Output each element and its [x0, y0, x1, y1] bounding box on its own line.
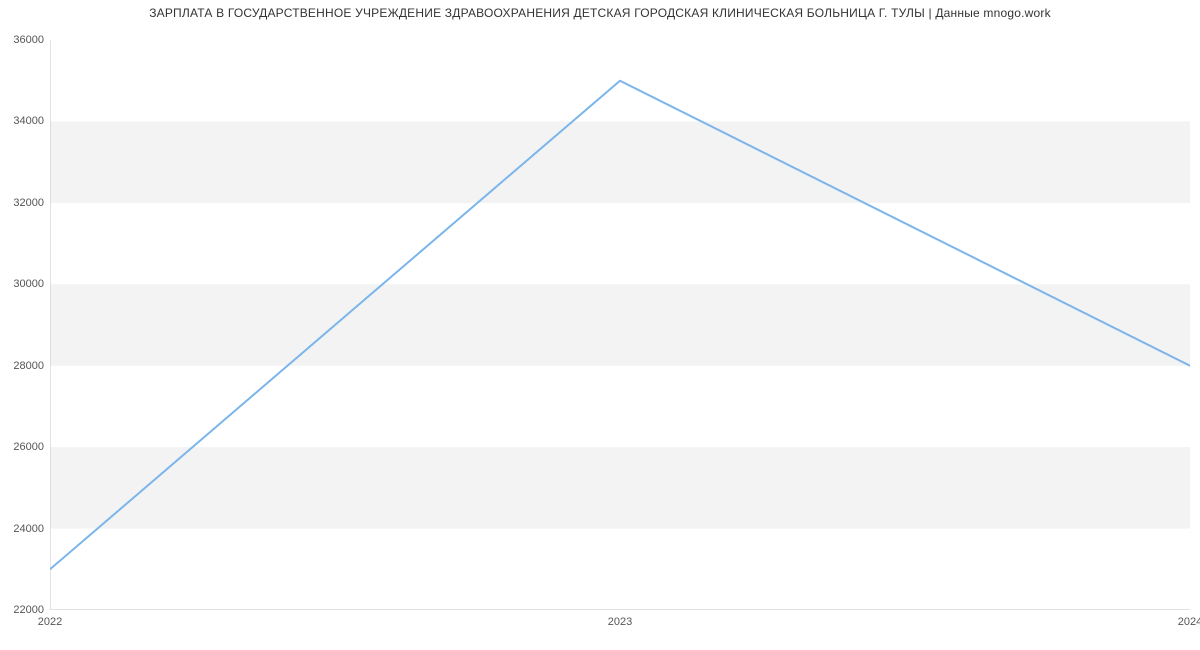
grid-band [50, 284, 1190, 365]
chart-plot-area [50, 40, 1190, 610]
y-tick-label: 26000 [0, 441, 44, 453]
y-tick-label: 36000 [0, 34, 44, 46]
x-tick-label: 2024 [1178, 616, 1200, 628]
y-tick-label: 24000 [0, 523, 44, 535]
x-tick-label: 2022 [38, 616, 62, 628]
x-tick-label: 2023 [608, 616, 632, 628]
y-tick-label: 32000 [0, 197, 44, 209]
chart-container: ЗАРПЛАТА В ГОСУДАРСТВЕННОЕ УЧРЕЖДЕНИЕ ЗД… [0, 0, 1200, 650]
y-tick-label: 30000 [0, 278, 44, 290]
y-tick-label: 28000 [0, 360, 44, 372]
grid-band [50, 121, 1190, 202]
chart-svg [50, 40, 1190, 610]
chart-title: ЗАРПЛАТА В ГОСУДАРСТВЕННОЕ УЧРЕЖДЕНИЕ ЗД… [0, 6, 1200, 20]
grid-band [50, 447, 1190, 528]
y-tick-label: 34000 [0, 115, 44, 127]
y-tick-label: 22000 [0, 604, 44, 616]
